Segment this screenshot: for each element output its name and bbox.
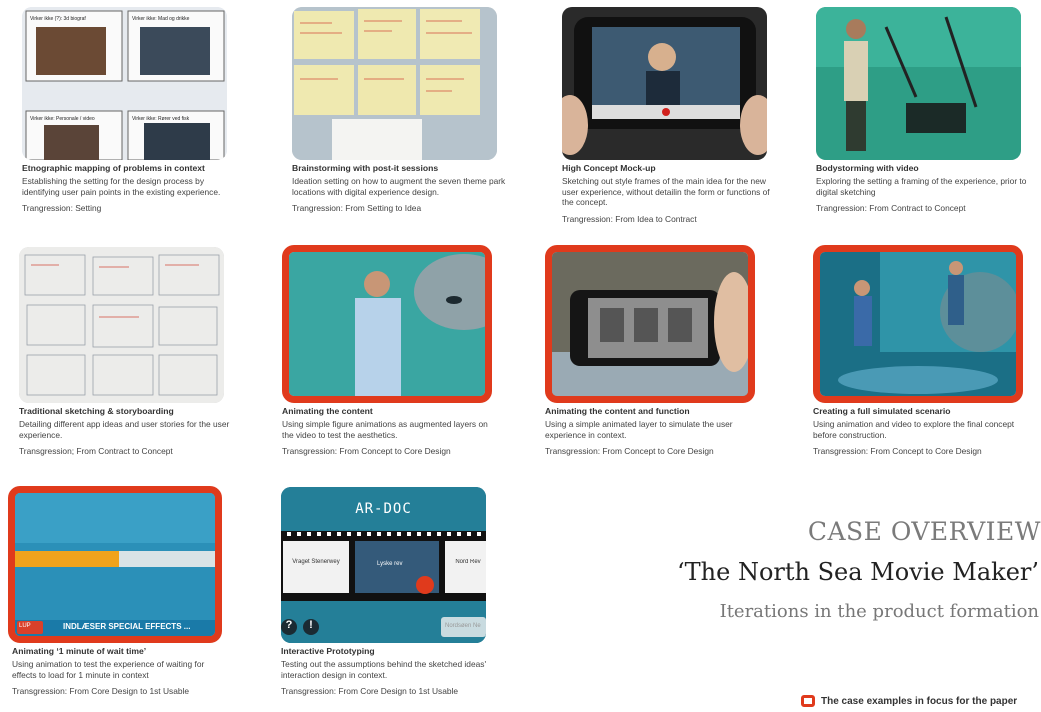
legend: The case examples in focus for the paper [801,695,1017,707]
board-label-4: Virker ikke: Rører ved fisk [132,116,190,122]
bodystorming-photo [816,7,1021,160]
postit-wall-illustration [292,7,497,160]
wait-time-screenshot: LUP INDLÆSER SPECIAL EFFECTS ... [8,486,222,643]
card-description: Detailing different app ideas and user s… [19,419,230,440]
card-title: Animating the content [282,406,373,416]
frame-label-2[interactable]: Lyske rev [377,561,402,567]
card-transgression: Transgression: From Concept to Core Desi… [282,446,451,456]
ethnographic-board-illustration: Virker ikke (?): 3d biograf Virker ikke:… [22,7,227,160]
card-animating-content: Animating the content Using simple figur… [282,245,497,456]
board-label-3: Virker ikke: Personale / video [30,116,95,122]
card-transgression: Transgression: From Core Design to 1st U… [12,686,190,696]
ethnographic-photo: Virker ikke (?): 3d biograf Virker ikke:… [22,7,227,160]
card-transgression: Trangression: From Setting to Idea [292,203,422,213]
animating-content-photo [282,245,492,403]
app-title: AR-DOC [355,501,412,517]
card-transgression: Trangression: From Idea to Contract [562,213,697,224]
nordsoen-button[interactable]: Nordsøen Ne [445,623,481,629]
overview-subtitle: Iterations in the product formation [719,601,1039,622]
overview-heading: CASE OVERVIEW [807,517,1041,546]
card-mockup: High Concept Mock-up Sketching out style… [562,7,777,224]
loading-text: INDLÆSER SPECIAL EFFECTS ... [63,622,191,631]
frame-label-3[interactable]: Nord Rev [451,559,485,565]
card-description: Establishing the setting for the design … [22,176,221,197]
highlight-frame-icon [801,695,815,707]
mockup-photo [562,7,767,160]
prototype-screenshot: AR-DOC Vraget Stenerwey Lyske rev Nord R… [281,487,486,643]
card-bodystorming: Bodystorming with video Exploring the se… [816,7,1031,213]
card-description: Testing out the assumptions behind the s… [281,659,487,680]
card-title: Brainstorming with post-it sessions [292,163,439,173]
card-title: Creating a full simulated scenario [813,406,951,416]
card-wait-time: LUP INDLÆSER SPECIAL EFFECTS ... Animati… [8,486,223,696]
card-title: Traditional sketching & storyboarding [19,406,174,416]
card-description: Using a simple animated layer to simulat… [545,419,733,440]
card-sketching: Traditional sketching & storyboarding De… [19,247,234,456]
loading-button[interactable]: LUP [19,623,31,629]
card-transgression: Transgression: From Concept to Core Desi… [813,446,982,456]
overview-case-name: ‘The North Sea Movie Maker’ [677,558,1039,586]
sketch-photo [19,247,224,403]
card-title: Etnographic mapping of problems in conte… [22,163,205,173]
info-icon[interactable]: ! [305,619,317,633]
card-transgression: Trangression: Setting [22,203,102,213]
bodystorming-illustration [816,7,1021,160]
card-transgression: Transgression: From Concept to Core Desi… [545,446,714,456]
help-icon[interactable]: ? [283,619,295,633]
card-transgression: Transgression: From Core Design to 1st U… [281,686,459,696]
animating-function-photo [545,245,755,403]
card-animating-function: Animating the content and function Using… [545,245,760,456]
board-label-2: Virker ikke: Mad og drikke [132,16,190,22]
frame-label-1[interactable]: Vraget Stenerwey [289,559,343,565]
card-interactive-prototype: AR-DOC Vraget Stenerwey Lyske rev Nord R… [281,487,496,696]
card-description: Using simple figure animations as augmen… [282,419,488,440]
phone-in-hand-illustration [552,252,748,396]
card-description: Ideation setting on how to augment the s… [292,176,506,197]
card-title: High Concept Mock-up [562,163,656,173]
card-transgression: Trangression: From Contract to Concept [816,203,966,213]
presenter-shark-illustration [289,252,485,396]
card-full-scenario: Creating a full simulated scenario Using… [813,245,1028,456]
full-scenario-photo [813,245,1023,403]
card-transgression: Transgression; From Contract to Concept [19,446,173,456]
card-description: Exploring the setting a framing of the e… [816,176,1027,197]
phone-mockup-illustration [562,7,767,160]
loading-screen-illustration [15,493,215,636]
card-title: Animating ‘1 minute of wait time’ [12,646,147,656]
aquarium-scenario-illustration [820,252,1016,396]
card-description: Sketching out style frames of the main i… [562,176,770,207]
card-brainstorming: Brainstorming with post-it sessions Idea… [292,7,507,213]
card-description: Using animation to test the experience o… [12,659,205,680]
card-description: Using animation and video to explore the… [813,419,1015,440]
legend-text: The case examples in focus for the paper [821,695,1018,707]
card-ethnographic: Virker ikke (?): 3d biograf Virker ikke:… [22,7,237,213]
card-title: Bodystorming with video [816,163,919,173]
sketch-wall-illustration [19,247,224,403]
card-title: Animating the content and function [545,406,690,416]
postit-photo [292,7,497,160]
board-label-1: Virker ikke (?): 3d biograf [30,16,86,22]
card-title: Interactive Prototyping [281,646,375,656]
